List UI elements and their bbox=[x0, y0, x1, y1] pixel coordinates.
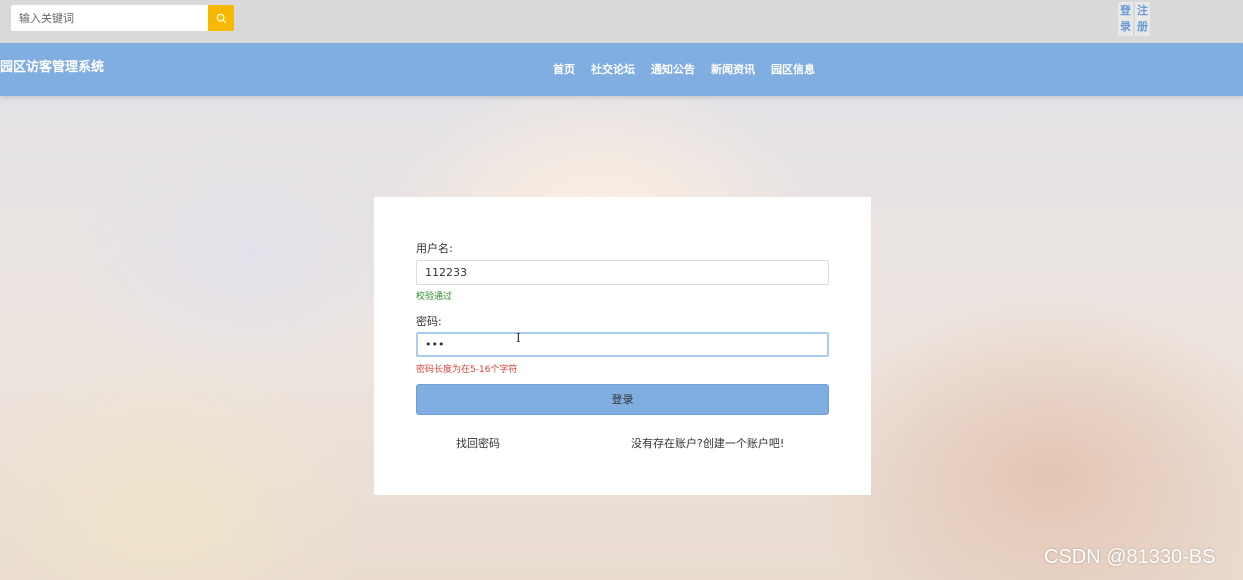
auth-links: 登录 注册 bbox=[1118, 2, 1150, 36]
nav-item-park-info[interactable]: 园区信息 bbox=[771, 61, 815, 77]
search-bar bbox=[11, 5, 234, 31]
site-title: 园区访客管理系统 bbox=[0, 60, 105, 75]
login-form: 用户名: 112233 校验通过 密码: ••• 密码长度为在5-16个字符 登… bbox=[374, 197, 871, 495]
login-link[interactable]: 登录 bbox=[1118, 2, 1133, 36]
top-bar: 登录 注册 bbox=[0, 0, 1243, 43]
password-validation-hint: 密码长度为在5-16个字符 bbox=[416, 365, 518, 375]
text-cursor-icon: I bbox=[516, 331, 521, 345]
search-icon bbox=[216, 13, 226, 23]
nav-menu: 首页 社交论坛 通知公告 新闻资讯 园区信息 bbox=[553, 61, 815, 77]
forgot-password-link[interactable]: 找回密码 bbox=[456, 435, 500, 451]
create-account-link[interactable]: 没有存在账户?创建一个账户吧! bbox=[631, 435, 784, 451]
password-label: 密码: bbox=[416, 315, 442, 328]
nav-item-home[interactable]: 首页 bbox=[553, 61, 575, 77]
nav-item-forum[interactable]: 社交论坛 bbox=[591, 61, 635, 77]
main-navbar: 园区访客管理系统 首页 社交论坛 通知公告 新闻资讯 园区信息 bbox=[0, 43, 1243, 96]
nav-item-news[interactable]: 新闻资讯 bbox=[711, 61, 755, 77]
username-label: 用户名: bbox=[416, 242, 453, 255]
search-input[interactable] bbox=[11, 5, 208, 31]
watermark: CSDN @81330-BS bbox=[1044, 546, 1216, 568]
password-field[interactable]: ••• bbox=[416, 332, 829, 357]
nav-item-notices[interactable]: 通知公告 bbox=[651, 61, 695, 77]
login-button[interactable]: 登录 bbox=[416, 384, 829, 415]
username-field[interactable]: 112233 bbox=[416, 260, 829, 285]
search-button[interactable] bbox=[208, 5, 234, 31]
register-link[interactable]: 注册 bbox=[1135, 2, 1150, 36]
username-validation-hint: 校验通过 bbox=[416, 292, 453, 302]
